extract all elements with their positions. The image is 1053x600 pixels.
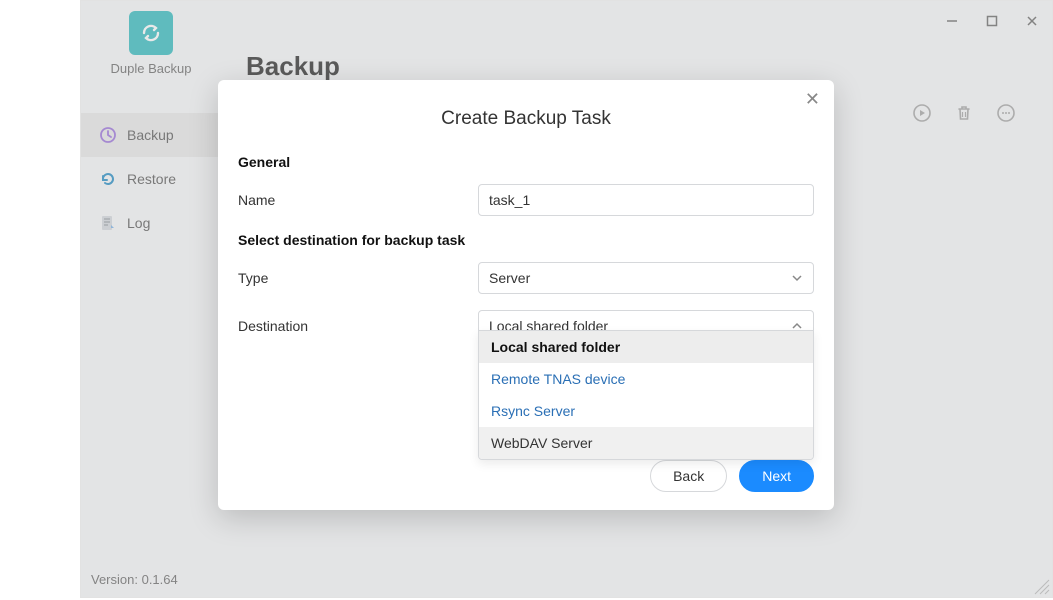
create-backup-task-modal: ✕ Create Backup Task General Name Select…: [218, 80, 834, 510]
general-section-label: General: [238, 154, 814, 170]
type-select[interactable]: Server: [478, 262, 814, 294]
destination-option-webdav-server[interactable]: WebDAV Server: [479, 427, 813, 459]
destination-dropdown: Local shared folder Remote TNAS device R…: [478, 330, 814, 460]
resize-grip[interactable]: [1034, 579, 1050, 595]
next-button[interactable]: Next: [739, 460, 814, 492]
back-button[interactable]: Back: [650, 460, 727, 492]
destination-option-local-shared-folder[interactable]: Local shared folder: [479, 331, 813, 363]
name-label: Name: [238, 192, 478, 208]
modal-title: Create Backup Task: [218, 80, 834, 130]
destination-option-rsync-server[interactable]: Rsync Server: [479, 395, 813, 427]
destination-option-remote-tnas[interactable]: Remote TNAS device: [479, 363, 813, 395]
modal-close-button[interactable]: ✕: [805, 90, 820, 108]
destination-section-label: Select destination for backup task: [238, 232, 814, 248]
destination-label: Destination: [238, 318, 478, 334]
type-label: Type: [238, 270, 478, 286]
chevron-down-icon: [791, 272, 803, 284]
type-select-value: Server: [489, 270, 530, 286]
name-field[interactable]: [478, 184, 814, 216]
